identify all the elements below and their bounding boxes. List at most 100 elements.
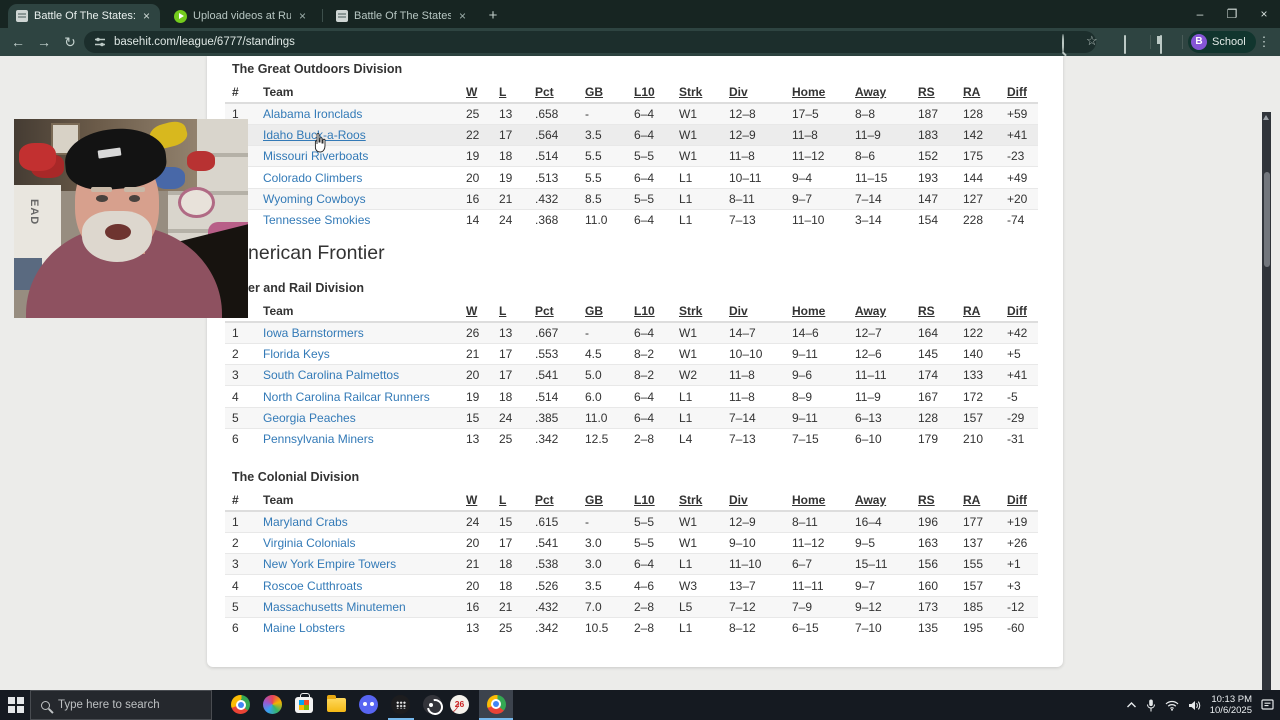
column-header-l[interactable]: L <box>492 82 528 103</box>
taskbar-obs-studio-icon[interactable] <box>423 695 443 715</box>
taskbar-microsoft-store-icon[interactable] <box>295 695 315 715</box>
column-header-away[interactable]: Away <box>848 301 911 322</box>
taskbar-search-box[interactable]: Type here to search <box>30 690 212 720</box>
column-header-div[interactable]: Div <box>722 490 785 511</box>
address-bar[interactable]: basehit.com/league/6777/standings <box>84 31 1096 53</box>
reload-icon[interactable]: ↻ <box>60 32 80 52</box>
standings-row: 2Virginia Colonials2017.5413.05–5W19–101… <box>225 532 1038 553</box>
taskbar-clock[interactable]: 10:13 PM 10/6/2025 <box>1210 694 1252 716</box>
column-header-l10[interactable]: L10 <box>627 301 672 322</box>
column-header-w[interactable]: W <box>459 490 492 511</box>
column-header-pct[interactable]: Pct <box>528 490 578 511</box>
team-link[interactable]: Maryland Crabs <box>263 515 348 529</box>
column-header-w[interactable]: W <box>459 301 492 322</box>
cell-away: 9–5 <box>848 532 911 553</box>
tray-chevron-up-icon[interactable] <box>1126 701 1137 709</box>
restore-button[interactable]: ❐ <box>1216 7 1248 21</box>
tab-close-icon[interactable]: × <box>141 9 152 23</box>
tab-battle-of-the-states-current[interactable]: Battle Of The States: Current Se × <box>8 4 160 28</box>
team-link[interactable]: Georgia Peaches <box>263 411 356 425</box>
taskbar-copilot-icon[interactable] <box>263 695 283 715</box>
side-panel-icon[interactable] <box>1160 36 1162 54</box>
forward-icon[interactable]: → <box>34 32 54 52</box>
taskbar-baseball-game-icon[interactable]: 26 <box>450 695 470 715</box>
column-header-l[interactable]: L <box>492 490 528 511</box>
new-tab-button[interactable]: + <box>482 5 504 27</box>
column-header-pct[interactable]: Pct <box>528 301 578 322</box>
tab-close-icon[interactable]: × <box>297 9 308 23</box>
column-header-gb[interactable]: GB <box>578 490 627 511</box>
speaker-icon[interactable] <box>1188 700 1201 711</box>
tune-icon[interactable] <box>94 36 106 48</box>
team-link[interactable]: Tennessee Smokies <box>263 213 370 227</box>
column-header-gb[interactable]: GB <box>578 301 627 322</box>
team-link[interactable]: Wyoming Cowboys <box>263 192 366 206</box>
column-header-div[interactable]: Div <box>722 301 785 322</box>
column-header-ra[interactable]: RA <box>956 490 1000 511</box>
microphone-icon[interactable] <box>1146 699 1156 712</box>
team-link[interactable]: Colorado Climbers <box>263 171 362 185</box>
team-link[interactable]: Alabama Ironclads <box>263 107 362 121</box>
tab-close-icon[interactable]: × <box>457 9 468 23</box>
cell-rs: 193 <box>911 167 956 188</box>
minimize-button[interactable]: – <box>1184 7 1216 21</box>
taskbar-chrome-icon[interactable] <box>231 695 251 715</box>
taskbar-file-explorer-icon[interactable] <box>327 695 347 715</box>
column-header-rs[interactable]: RS <box>911 301 956 322</box>
tab-battle-of-the-states-basehit[interactable]: Battle Of The States - BaseHit × <box>328 4 476 28</box>
column-header-strk[interactable]: Strk <box>672 82 722 103</box>
taskbar-chrome-active-window[interactable] <box>479 690 513 720</box>
column-header-l10[interactable]: L10 <box>627 82 672 103</box>
column-header-l10[interactable]: L10 <box>627 490 672 511</box>
cell-rs: 163 <box>911 532 956 553</box>
team-link[interactable]: New York Empire Towers <box>263 557 396 571</box>
column-header-l[interactable]: L <box>492 301 528 322</box>
column-header-strk[interactable]: Strk <box>672 490 722 511</box>
column-header-ra[interactable]: RA <box>956 82 1000 103</box>
column-header-w[interactable]: W <box>459 82 492 103</box>
wifi-icon[interactable] <box>1165 700 1179 711</box>
column-header-away[interactable]: Away <box>848 82 911 103</box>
browser-menu-icon[interactable]: ⋮ <box>1256 32 1272 52</box>
taskbar-discord-icon[interactable] <box>359 695 379 715</box>
page-scrollbar[interactable] <box>1262 112 1271 720</box>
back-icon[interactable]: ← <box>8 32 28 52</box>
action-center-icon[interactable] <box>1261 699 1274 711</box>
column-header-away[interactable]: Away <box>848 490 911 511</box>
zoom-icon[interactable] <box>1062 35 1064 53</box>
team-link[interactable]: Massachusetts Minutemen <box>263 600 406 614</box>
column-header-diff[interactable]: Diff <box>1000 82 1038 103</box>
column-header-ra[interactable]: RA <box>956 301 1000 322</box>
scrollbar-thumb[interactable] <box>1264 172 1270 267</box>
team-link[interactable]: Maine Lobsters <box>263 621 345 635</box>
team-link[interactable]: Pennsylvania Miners <box>263 432 374 446</box>
column-header-home[interactable]: Home <box>785 82 848 103</box>
team-link[interactable]: North Carolina Railcar Runners <box>263 390 430 404</box>
taskbar-grid-app-icon[interactable] <box>391 695 411 715</box>
close-button[interactable]: × <box>1248 7 1280 21</box>
cell-rank: 1 <box>225 322 256 343</box>
column-header-strk[interactable]: Strk <box>672 301 722 322</box>
team-link[interactable]: Roscoe Cutthroats <box>263 579 362 593</box>
cell-rank: 3 <box>225 365 256 386</box>
column-header-pct[interactable]: Pct <box>528 82 578 103</box>
column-header-home[interactable]: Home <box>785 490 848 511</box>
column-header-diff[interactable]: Diff <box>1000 490 1038 511</box>
start-button-icon[interactable] <box>8 697 24 713</box>
column-header-diff[interactable]: Diff <box>1000 301 1038 322</box>
profile-chip[interactable]: B School <box>1188 31 1256 53</box>
url-text[interactable]: basehit.com/league/6777/standings <box>114 36 295 48</box>
column-header-home[interactable]: Home <box>785 301 848 322</box>
column-header-div[interactable]: Div <box>722 82 785 103</box>
team-link[interactable]: Florida Keys <box>263 347 330 361</box>
scroll-up-arrow-icon[interactable] <box>1263 115 1269 120</box>
bookmark-star-icon[interactable]: ☆ <box>1086 34 1098 47</box>
team-link[interactable]: Virginia Colonials <box>263 536 356 550</box>
column-header-rs[interactable]: RS <box>911 82 956 103</box>
column-header-rs[interactable]: RS <box>911 490 956 511</box>
team-link[interactable]: Iowa Barnstormers <box>263 326 364 340</box>
tab-upload-videos-rumble[interactable]: Upload videos at Rumble × <box>166 4 316 28</box>
team-link[interactable]: South Carolina Palmettos <box>263 368 399 382</box>
extensions-icon[interactable] <box>1124 36 1126 54</box>
column-header-gb[interactable]: GB <box>578 82 627 103</box>
